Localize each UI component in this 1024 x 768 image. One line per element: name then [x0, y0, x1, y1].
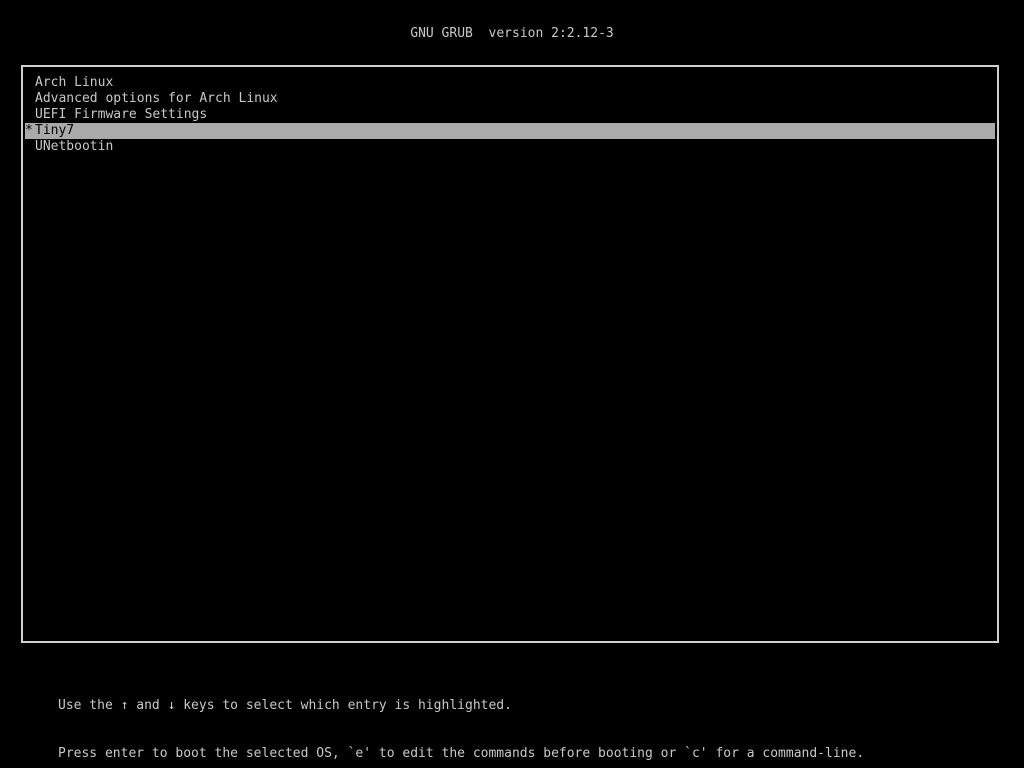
boot-entry-advanced-options[interactable]: Advanced options for Arch Linux	[25, 91, 995, 107]
boot-entry-label: UEFI Firmware Settings	[35, 107, 208, 122]
grub-header-title: GNU GRUB version 2:2.12-3	[410, 26, 614, 41]
help-text-navigation: Use the ↑ and ↓ keys to select which ent…	[58, 698, 512, 713]
selection-marker: *	[25, 123, 33, 138]
boot-entry-label: UNetbootin	[35, 139, 114, 154]
boot-entry-label: Tiny7	[35, 123, 75, 138]
boot-menu: Arch Linux Advanced options for Arch Lin…	[21, 65, 999, 643]
boot-entry-label: Advanced options for Arch Linux	[35, 91, 278, 106]
help-text: Use the ↑ and ↓ keys to select which ent…	[58, 666, 864, 768]
boot-entry-tiny7[interactable]: * Tiny7	[25, 123, 995, 139]
boot-entry-label: Arch Linux	[35, 75, 114, 90]
boot-entry-arch-linux[interactable]: Arch Linux	[25, 75, 995, 91]
boot-entry-unetbootin[interactable]: UNetbootin	[25, 139, 995, 155]
help-text-commands: Press enter to boot the selected OS, `e'…	[58, 746, 865, 761]
boot-entry-uefi-firmware-settings[interactable]: UEFI Firmware Settings	[25, 107, 995, 123]
boot-entry-list: Arch Linux Advanced options for Arch Lin…	[25, 75, 995, 155]
